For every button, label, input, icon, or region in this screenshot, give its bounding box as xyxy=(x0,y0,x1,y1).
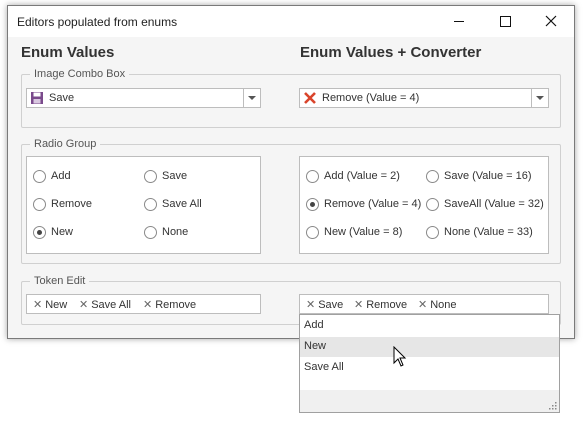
token[interactable]: ✕ Save xyxy=(306,298,343,311)
token[interactable]: ✕ Remove xyxy=(354,298,407,311)
radio-label: Remove xyxy=(51,198,92,210)
title-bar: Editors populated from enums xyxy=(8,6,574,37)
radio-label: SaveAll (Value = 32) xyxy=(444,198,544,210)
image-combo-right-value: Remove (Value = 4) xyxy=(322,92,420,104)
radio-circle xyxy=(426,226,439,239)
editors-window: Editors populated from enums Enum Values… xyxy=(7,5,575,339)
popup-item-label: New xyxy=(304,340,327,352)
radio-circle xyxy=(33,170,46,183)
radio-circle xyxy=(144,226,157,239)
image-combo-left-value: Save xyxy=(49,92,75,104)
radio-circle xyxy=(144,198,157,211)
right-heading: Enum Values + Converter xyxy=(300,44,482,61)
radio-circle xyxy=(306,170,319,183)
radio-label: None (Value = 33) xyxy=(444,226,533,238)
floppy-disk-icon xyxy=(30,91,44,105)
left-heading: Enum Values xyxy=(21,44,115,61)
radio-group-left: Add Save Remove Save All New None xyxy=(26,156,261,254)
chevron-down-icon xyxy=(248,96,256,100)
radio-group-right: Add (Value = 2) Save (Value = 16) Remove… xyxy=(299,156,549,254)
radio-circle xyxy=(426,170,439,183)
image-combo-left[interactable]: Save xyxy=(26,88,261,108)
remove-token-icon[interactable]: ✕ xyxy=(143,299,152,311)
token[interactable]: ✕ Save All xyxy=(79,298,131,311)
token-label: Remove xyxy=(366,299,408,311)
remove-token-icon[interactable]: ✕ xyxy=(354,299,363,311)
chevron-down-icon xyxy=(536,96,544,100)
radio-label: None xyxy=(162,226,189,238)
radio-label: Save (Value = 16) xyxy=(444,170,532,182)
radio-circle xyxy=(306,198,319,211)
token-label: New xyxy=(45,299,68,311)
maximize-button[interactable] xyxy=(482,6,528,37)
popup-item-label: Add xyxy=(304,319,324,331)
minimize-button[interactable] xyxy=(436,6,482,37)
group-title-image-combo: Image Combo Box xyxy=(30,68,130,80)
popup-item-save-all[interactable]: Save All xyxy=(300,358,559,378)
radio-circle xyxy=(426,198,439,211)
minimize-icon xyxy=(454,21,464,22)
remove-token-icon[interactable]: ✕ xyxy=(306,299,315,311)
remove-token-icon[interactable]: ✕ xyxy=(33,299,42,311)
popup-item-add[interactable]: Add xyxy=(300,316,559,336)
popup-footer xyxy=(300,390,559,412)
window-title: Editors populated from enums xyxy=(17,15,178,29)
close-button[interactable] xyxy=(528,6,574,37)
radio-circle xyxy=(33,198,46,211)
radio-circle xyxy=(33,226,46,239)
token[interactable]: ✕ New xyxy=(33,298,67,311)
token-edit-left[interactable]: ✕ New ✕ Save All ✕ Remove xyxy=(26,294,261,314)
token-label: None xyxy=(430,299,457,311)
group-title-radio: Radio Group xyxy=(30,138,101,150)
radio-label: Save All xyxy=(162,198,202,210)
maximize-icon xyxy=(500,16,511,27)
token-label: Remove xyxy=(155,299,197,311)
radio-circle xyxy=(144,170,157,183)
image-combo-right-dropdown-button[interactable] xyxy=(531,89,548,107)
token-label: Save xyxy=(318,299,344,311)
token-edit-right[interactable]: ✕ Save ✕ Remove ✕ None xyxy=(299,294,549,314)
token-dropdown-popup: Add New Save All xyxy=(299,314,560,413)
token[interactable]: ✕ Remove xyxy=(143,298,196,311)
image-combo-right[interactable]: Remove (Value = 4) xyxy=(299,88,549,108)
mouse-cursor-icon xyxy=(393,346,407,367)
radio-circle xyxy=(306,226,319,239)
radio-label: New xyxy=(51,226,74,238)
radio-label: Add xyxy=(51,170,71,182)
group-title-token-edit: Token Edit xyxy=(30,275,90,287)
token[interactable]: ✕ None xyxy=(418,298,457,311)
radio-label: Remove (Value = 4) xyxy=(324,198,422,210)
remove-token-icon[interactable]: ✕ xyxy=(79,299,88,311)
red-x-icon xyxy=(303,91,317,105)
popup-item-new[interactable]: New xyxy=(300,337,559,357)
radio-label: Add (Value = 2) xyxy=(324,170,400,182)
popup-item-label: Save All xyxy=(304,361,344,373)
close-icon xyxy=(545,15,557,27)
radio-label: New (Value = 8) xyxy=(324,226,403,238)
image-combo-left-dropdown-button[interactable] xyxy=(243,89,260,107)
resize-grip-icon[interactable] xyxy=(548,401,557,410)
radio-label: Save xyxy=(162,170,188,182)
token-label: Save All xyxy=(91,299,131,311)
remove-token-icon[interactable]: ✕ xyxy=(418,299,427,311)
